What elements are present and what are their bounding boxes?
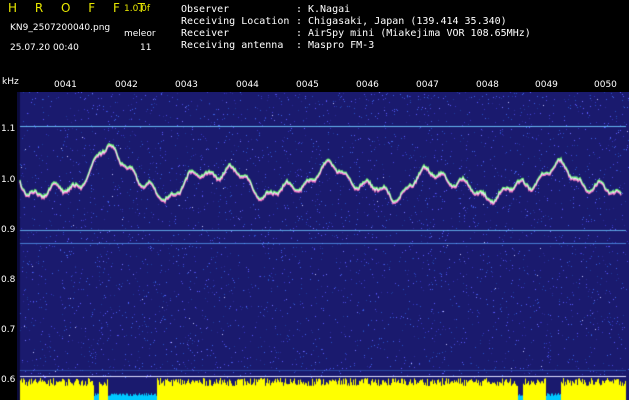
info-value-receiver: AirSpy mini (Miakejima VOR 108.65MHz) <box>308 28 531 39</box>
info-value-antenna: Maspro FM-3 <box>308 40 375 51</box>
mode-label: meleor <box>124 29 156 39</box>
info-key-antenna: Receiving antenna <box>181 40 284 51</box>
time-label: 0050 <box>594 80 617 90</box>
spectrogram-canvas <box>17 92 629 400</box>
time-label: 0043 <box>175 80 198 90</box>
app-version: 1.0.0f <box>124 4 151 14</box>
time-label: 0046 <box>356 80 379 90</box>
unit-label: kHz <box>2 77 19 87</box>
freq-label: 0.7 <box>1 325 16 335</box>
freq-label: 0.8 <box>1 275 16 285</box>
file-name: KN9_2507200040.png <box>10 23 111 33</box>
time-label: 0047 <box>416 80 439 90</box>
info-key-observer: Observer <box>181 4 230 15</box>
freq-label: 1.1 <box>1 124 16 134</box>
info-key-receiver: Receiver <box>181 28 230 39</box>
info-sep-observer: : <box>296 4 303 15</box>
freq-label: 1.0 <box>1 175 16 185</box>
info-value-observer: K.Nagai <box>308 4 351 15</box>
time-label: 0048 <box>476 80 499 90</box>
mode-value: 11 <box>140 43 152 53</box>
info-value-location: Chigasaki, Japan (139.414 35.340) <box>308 16 507 27</box>
datetime: 25.07.20 00:40 <box>10 43 79 53</box>
time-label: 0041 <box>54 80 77 90</box>
info-sep-location: : <box>296 16 303 27</box>
info-sep-antenna: : <box>296 40 303 51</box>
time-label: 0045 <box>296 80 319 90</box>
time-label: 0049 <box>535 80 558 90</box>
time-label: 0044 <box>236 80 259 90</box>
freq-label: 0.6 <box>1 375 16 385</box>
freq-label: 0.9 <box>1 225 16 235</box>
time-label: 0042 <box>115 80 138 90</box>
info-sep-receiver: : <box>296 28 303 39</box>
info-key-location: Receiving Location <box>181 16 290 27</box>
